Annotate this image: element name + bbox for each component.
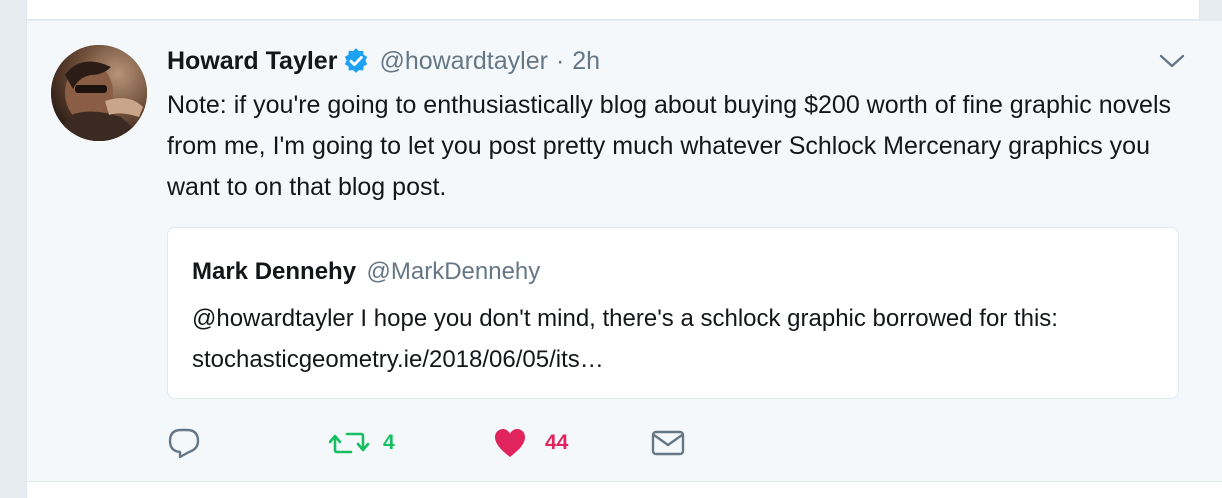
separator-dot: · xyxy=(555,46,565,75)
tweet[interactable]: Howard Tayler @howardtayler · 2h Note: i… xyxy=(26,21,1222,481)
avatar[interactable] xyxy=(51,45,147,141)
reply-icon xyxy=(167,427,201,459)
tweet-timestamp[interactable]: 2h xyxy=(572,47,600,76)
next-tweet-edge xyxy=(26,481,1222,498)
verified-badge-icon xyxy=(343,48,369,74)
retweet-icon xyxy=(329,428,369,458)
quoted-author-handle: @MarkDennehy xyxy=(366,258,541,285)
reply-button[interactable] xyxy=(167,423,201,463)
quoted-tweet-header: Mark Dennehy @MarkDennehy xyxy=(192,258,540,286)
tweet-text: Note: if you're going to enthusiasticall… xyxy=(167,91,1172,201)
more-options-chevron-down-icon[interactable] xyxy=(1158,51,1186,71)
retweet-button[interactable]: 4 xyxy=(329,423,395,463)
envelope-icon xyxy=(651,429,685,457)
avatar-image xyxy=(51,45,147,141)
like-button[interactable]: 44 xyxy=(493,423,568,463)
previous-tweet-edge xyxy=(26,0,1200,20)
retweet-count: 4 xyxy=(383,431,395,454)
heart-icon xyxy=(493,427,527,459)
author-name[interactable]: Howard Tayler xyxy=(167,47,337,76)
direct-message-button[interactable] xyxy=(651,423,685,463)
author-handle[interactable]: @howardtayler xyxy=(379,47,548,76)
quoted-tweet-text: @howardtayler I hope you don't mind, the… xyxy=(192,305,1058,373)
tweet-header: Howard Tayler @howardtayler · 2h xyxy=(167,45,600,77)
quoted-author-name: Mark Dennehy xyxy=(192,258,357,285)
like-count: 44 xyxy=(545,431,569,454)
quoted-tweet[interactable]: Mark Dennehy @MarkDennehy @howardtayler … xyxy=(167,227,1179,399)
